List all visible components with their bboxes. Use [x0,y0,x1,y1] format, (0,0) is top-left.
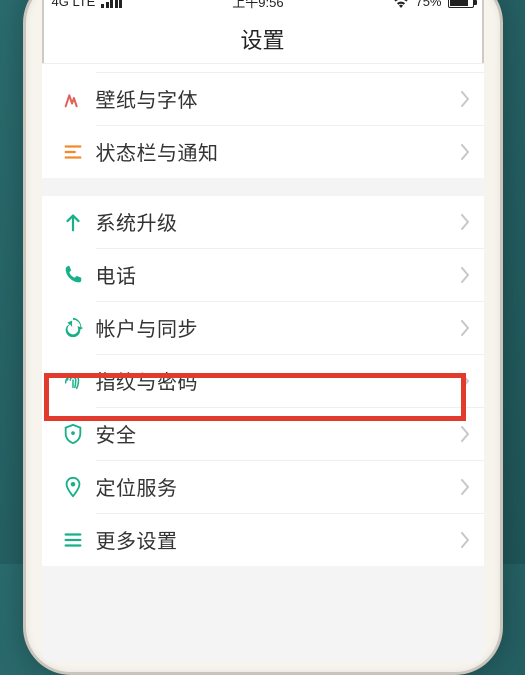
row-security[interactable]: 安全 [42,408,484,460]
phone-icon [50,264,96,286]
screen: 4G LTE 上午9:56 75% 设置 [42,0,484,662]
chevron-right-icon [460,426,470,442]
page-title: 设置 [240,23,284,55]
row-upgrade[interactable]: 系统升级 [42,196,484,248]
sync-icon [50,317,96,339]
row-label: 壁纸与字体 [96,84,460,113]
chevron-right-icon [460,214,470,230]
row-location[interactable]: 定位服务 [42,461,484,513]
chevron-right-icon [460,320,470,336]
navbar: 设置 [42,16,484,64]
settings-list[interactable]: 亮度 壁纸与字体 [42,64,484,662]
chevron-right-icon [460,144,470,160]
settings-group: 亮度 壁纸与字体 [42,64,484,178]
battery-icon [448,0,474,8]
location-icon [50,476,96,498]
row-label: 指纹与密码 [96,366,460,395]
phone-frame: 4G LTE 上午9:56 75% 设置 [23,0,503,675]
network-label: 4G LTE [52,0,96,9]
chevron-right-icon [460,373,470,389]
fingerprint-icon [50,370,96,392]
clock: 上午9:56 [232,0,283,11]
more-icon [50,529,96,551]
row-label: 电话 [96,260,460,289]
row-wallpaper[interactable]: 壁纸与字体 [42,73,484,125]
battery-pct: 75% [415,0,441,9]
row-label: 定位服务 [96,472,460,501]
wallpaper-icon [50,88,96,110]
row-fingerprint[interactable]: 指纹与密码 [42,355,484,407]
chevron-right-icon [460,532,470,548]
settings-group: 系统升级 电话 [42,196,484,566]
row-label: 状态栏与通知 [96,137,460,166]
row-label: 帐户与同步 [96,313,460,342]
chevron-right-icon [460,91,470,107]
chevron-right-icon [460,479,470,495]
status-bar: 4G LTE 上午9:56 75% [42,0,484,16]
signal-bars-icon [101,0,122,8]
row-label: 安全 [96,419,460,448]
chevron-right-icon [460,267,470,283]
row-label: 系统升级 [96,207,460,236]
wifi-icon [393,0,409,8]
statusbar-icon [50,141,96,163]
row-label: 更多设置 [96,525,460,554]
row-phone[interactable]: 电话 [42,249,484,301]
row-statusbar[interactable]: 状态栏与通知 [42,126,484,178]
row-more[interactable]: 更多设置 [42,514,484,566]
row-brightness[interactable]: 亮度 [42,64,484,72]
upgrade-icon [50,211,96,233]
security-icon [50,423,96,445]
row-sync[interactable]: 帐户与同步 [42,302,484,354]
